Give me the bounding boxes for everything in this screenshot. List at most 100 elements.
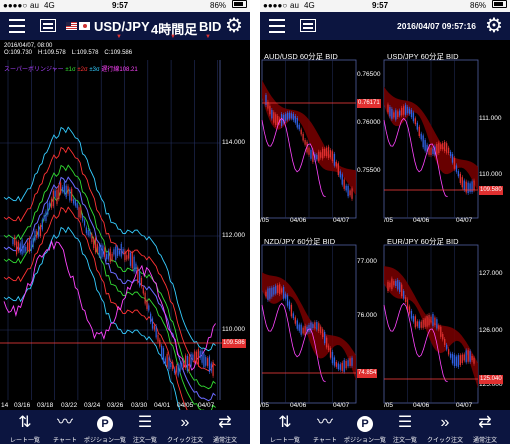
candle — [280, 114, 283, 126]
panel-title[interactable]: AUD/USD 60分足 BID — [264, 51, 338, 62]
panel-title[interactable]: USD/JPY 60分足 BID — [387, 51, 459, 62]
layout-grid-icon[interactable] — [300, 19, 316, 32]
gear-icon[interactable]: ⚙ — [485, 12, 503, 40]
candle — [430, 147, 432, 156]
candle — [451, 353, 454, 364]
legend-item: ±2σ — [77, 67, 88, 73]
tab-normal-order[interactable]: ⇄ 通常注文 — [460, 410, 510, 444]
tab-normal-order[interactable]: ⇄ 通常注文 — [200, 410, 250, 444]
candle — [61, 187, 64, 192]
candle — [432, 148, 434, 154]
current-price-tag: 125.040 — [479, 375, 503, 384]
candle — [349, 358, 351, 367]
candle — [434, 317, 436, 326]
menu-icon[interactable] — [9, 19, 25, 33]
candle — [111, 253, 113, 261]
candle — [280, 288, 283, 293]
x-tick-label: 14 — [1, 402, 9, 409]
clock: 9:57 — [372, 1, 389, 10]
x-tick-label: 03/24 — [84, 402, 101, 409]
candle — [17, 241, 20, 252]
candle — [166, 353, 168, 367]
candle — [318, 151, 320, 161]
candle — [284, 113, 287, 121]
candle — [100, 245, 102, 259]
left-screen: ●●●●○ au 4G 9:57 86% USD/JPY ▼ 4時間足 ▼ BI… — [0, 0, 250, 444]
top-nav: 2016/04/07 09:57:16 ⚙ — [260, 12, 510, 40]
candle — [135, 263, 137, 272]
clock: 9:57 — [112, 1, 129, 10]
candle — [347, 360, 349, 367]
candle — [50, 198, 53, 208]
top-nav: USD/JPY ▼ 4時間足 ▼ BID ▼ ⚙ — [0, 12, 250, 40]
candle — [292, 113, 295, 121]
x-tick-label: 04/06 — [413, 217, 430, 224]
candle — [310, 149, 312, 159]
candle — [78, 207, 80, 218]
candle — [451, 154, 454, 163]
y-tick-label: 111.000 — [479, 115, 502, 122]
main-chart[interactable]: 2016/04/07, 08:00 O:109.730 H:109.578 L:… — [0, 40, 250, 410]
candle — [420, 321, 422, 328]
candle — [34, 230, 36, 241]
candle — [83, 220, 86, 226]
candle — [129, 252, 132, 266]
candle — [58, 185, 60, 200]
candle — [469, 351, 471, 362]
y-tick-label: 77.000 — [357, 258, 377, 265]
ohlc-readout: 2016/04/07, 08:00 O:109.730 H:109.578 L:… — [4, 43, 133, 56]
candle — [162, 348, 165, 363]
status-bar: ●●●●○ au 4G 9:57 86% — [260, 0, 510, 12]
side-selector[interactable]: BID — [199, 19, 221, 34]
candle — [473, 180, 475, 191]
candle — [275, 285, 277, 294]
candle — [337, 363, 340, 370]
candle — [453, 157, 456, 169]
multi-chart-canvas[interactable] — [260, 40, 510, 410]
candle — [438, 325, 440, 330]
battery-icon — [492, 0, 507, 8]
battery-icon — [232, 0, 247, 8]
candle — [449, 151, 452, 157]
candle — [471, 355, 473, 361]
candle — [36, 230, 38, 238]
candlestick-chart[interactable] — [0, 40, 250, 410]
gear-icon[interactable]: ⚙ — [225, 12, 243, 40]
candle — [341, 362, 343, 371]
candle — [300, 324, 302, 335]
candle — [179, 365, 181, 373]
candle — [397, 279, 399, 290]
y-tick-label: 110.000 — [222, 326, 246, 333]
x-tick-label: 03/30 — [131, 402, 148, 409]
candle — [74, 200, 76, 206]
candle — [188, 356, 190, 371]
candle — [275, 114, 277, 125]
candle — [52, 190, 54, 207]
candle — [351, 188, 353, 199]
candle — [298, 324, 300, 331]
candle — [467, 182, 469, 193]
panel-title[interactable]: NZD/JPY 60分足 BID — [264, 236, 335, 247]
legend-item: ±3σ — [89, 67, 100, 73]
candle — [116, 247, 119, 257]
panel-title[interactable]: EUR/JPY 60分足 BID — [387, 236, 459, 247]
candle — [410, 109, 413, 118]
menu-icon[interactable] — [269, 19, 285, 33]
candle — [72, 199, 75, 204]
candle — [335, 161, 338, 167]
candle — [399, 110, 401, 116]
candle — [294, 116, 296, 123]
candle — [436, 143, 438, 155]
candle — [414, 118, 417, 125]
candle — [277, 285, 279, 293]
current-price-tag: 109.580 — [479, 186, 503, 195]
candle — [269, 288, 271, 299]
candle — [320, 152, 322, 158]
candle — [102, 245, 104, 257]
candle — [395, 280, 397, 286]
candle — [203, 353, 205, 368]
candle — [467, 350, 469, 362]
layout-grid-icon[interactable] — [40, 19, 56, 32]
candle — [422, 135, 424, 148]
currency-pair-selector[interactable]: USD/JPY — [94, 19, 150, 34]
